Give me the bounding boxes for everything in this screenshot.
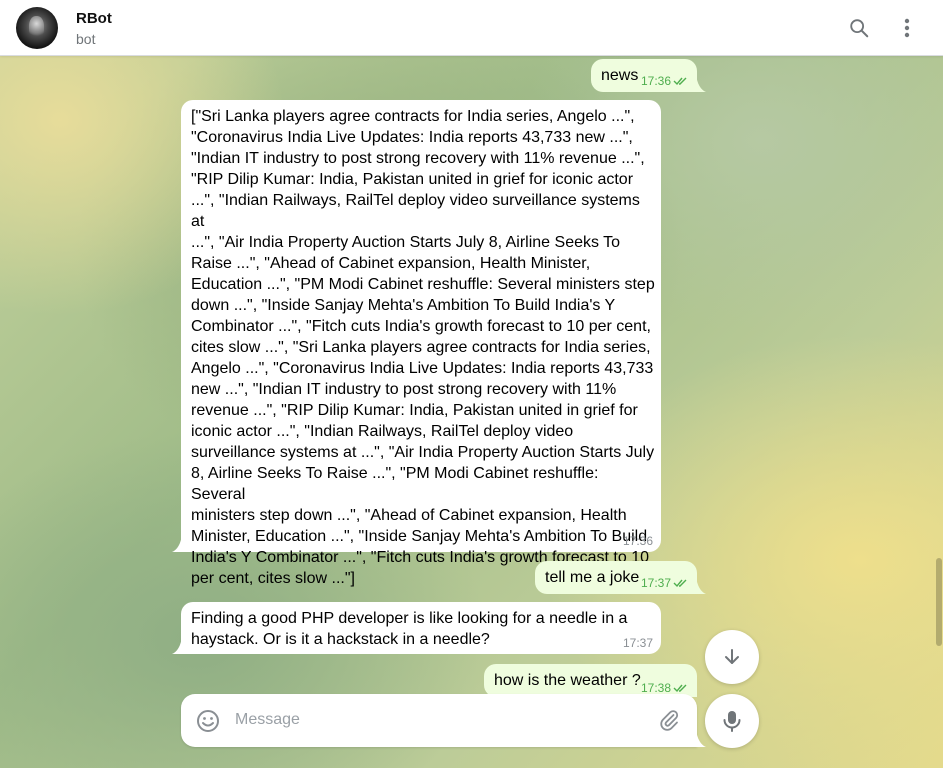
message-text: news (601, 67, 639, 84)
emoji-icon (197, 710, 219, 732)
bubble-tail (696, 74, 706, 92)
scrollbar[interactable] (936, 558, 942, 646)
message-meta: 17:36 (623, 534, 653, 548)
message-outgoing[interactable]: tell me a joke 17:37 (535, 561, 706, 594)
attach-button[interactable] (657, 708, 683, 734)
message-outgoing[interactable]: news 17:36 (591, 59, 706, 92)
bubble-tail (696, 576, 706, 594)
message-meta: 17:37 (623, 636, 653, 650)
scroll-down-button[interactable] (705, 630, 759, 684)
message-time: 17:36 (640, 74, 671, 88)
double-check-icon (673, 579, 687, 588)
composer-tail (696, 729, 706, 747)
message-meta: 17:36 (641, 74, 689, 88)
message-meta: 17:37 (641, 576, 689, 590)
message-incoming[interactable]: Finding a good PHP developer is like loo… (172, 602, 661, 654)
voice-record-button[interactable] (705, 694, 759, 748)
message-text: tell me a joke (545, 569, 640, 586)
bubble-tail (172, 636, 182, 654)
double-check-icon (673, 684, 687, 693)
message-time: 17:38 (640, 681, 671, 695)
message-time: 17:37 (622, 636, 653, 650)
message-outgoing[interactable]: how is the weather ? 17:38 (484, 664, 697, 697)
double-check-icon (673, 77, 687, 86)
chat-subtitle: bot (76, 31, 96, 47)
chat-header: RBot bot (0, 0, 943, 56)
arrow-down-icon (725, 649, 739, 664)
search-icon (850, 19, 869, 38)
message-text: ["Sri Lanka players agree contracts for … (191, 108, 655, 587)
paperclip-icon (660, 710, 679, 731)
message-text: Finding a good PHP developer is like loo… (191, 610, 628, 648)
message-composer (181, 694, 706, 747)
message-input[interactable] (235, 708, 635, 732)
more-vertical-icon (904, 18, 910, 38)
microphone-icon (723, 711, 741, 732)
more-options-button[interactable] (893, 14, 921, 42)
emoji-button[interactable] (195, 708, 221, 734)
message-incoming[interactable]: ["Sri Lanka players agree contracts for … (172, 100, 661, 587)
chat-title[interactable]: RBot (76, 10, 112, 27)
search-button[interactable] (845, 14, 873, 42)
bubble-tail (172, 534, 182, 552)
message-time: 17:37 (640, 576, 671, 590)
avatar[interactable] (16, 7, 58, 49)
message-meta: 17:38 (641, 681, 689, 695)
message-time: 17:36 (622, 534, 653, 548)
message-text: how is the weather ? (494, 672, 641, 689)
